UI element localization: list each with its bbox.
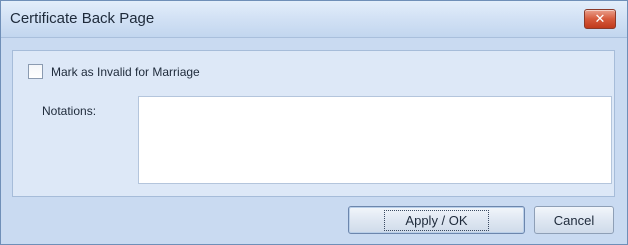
dialog-title: Certificate Back Page — [10, 10, 155, 27]
notations-textarea[interactable] — [138, 96, 612, 184]
cancel-button[interactable]: Cancel — [534, 206, 614, 234]
close-icon: ✕ — [594, 11, 606, 26]
invalid-for-marriage-row[interactable]: Mark as Invalid for Marriage — [28, 64, 200, 79]
invalid-for-marriage-checkbox[interactable] — [28, 64, 43, 79]
close-button[interactable]: ✕ — [584, 9, 616, 29]
apply-ok-label: Apply / OK — [384, 209, 489, 231]
notations-label: Notations: — [42, 104, 97, 118]
title-bar[interactable]: Certificate Back Page ✕ — [1, 1, 627, 38]
invalid-for-marriage-label[interactable]: Mark as Invalid for Marriage — [51, 65, 200, 79]
apply-ok-button[interactable]: Apply / OK — [348, 206, 525, 234]
